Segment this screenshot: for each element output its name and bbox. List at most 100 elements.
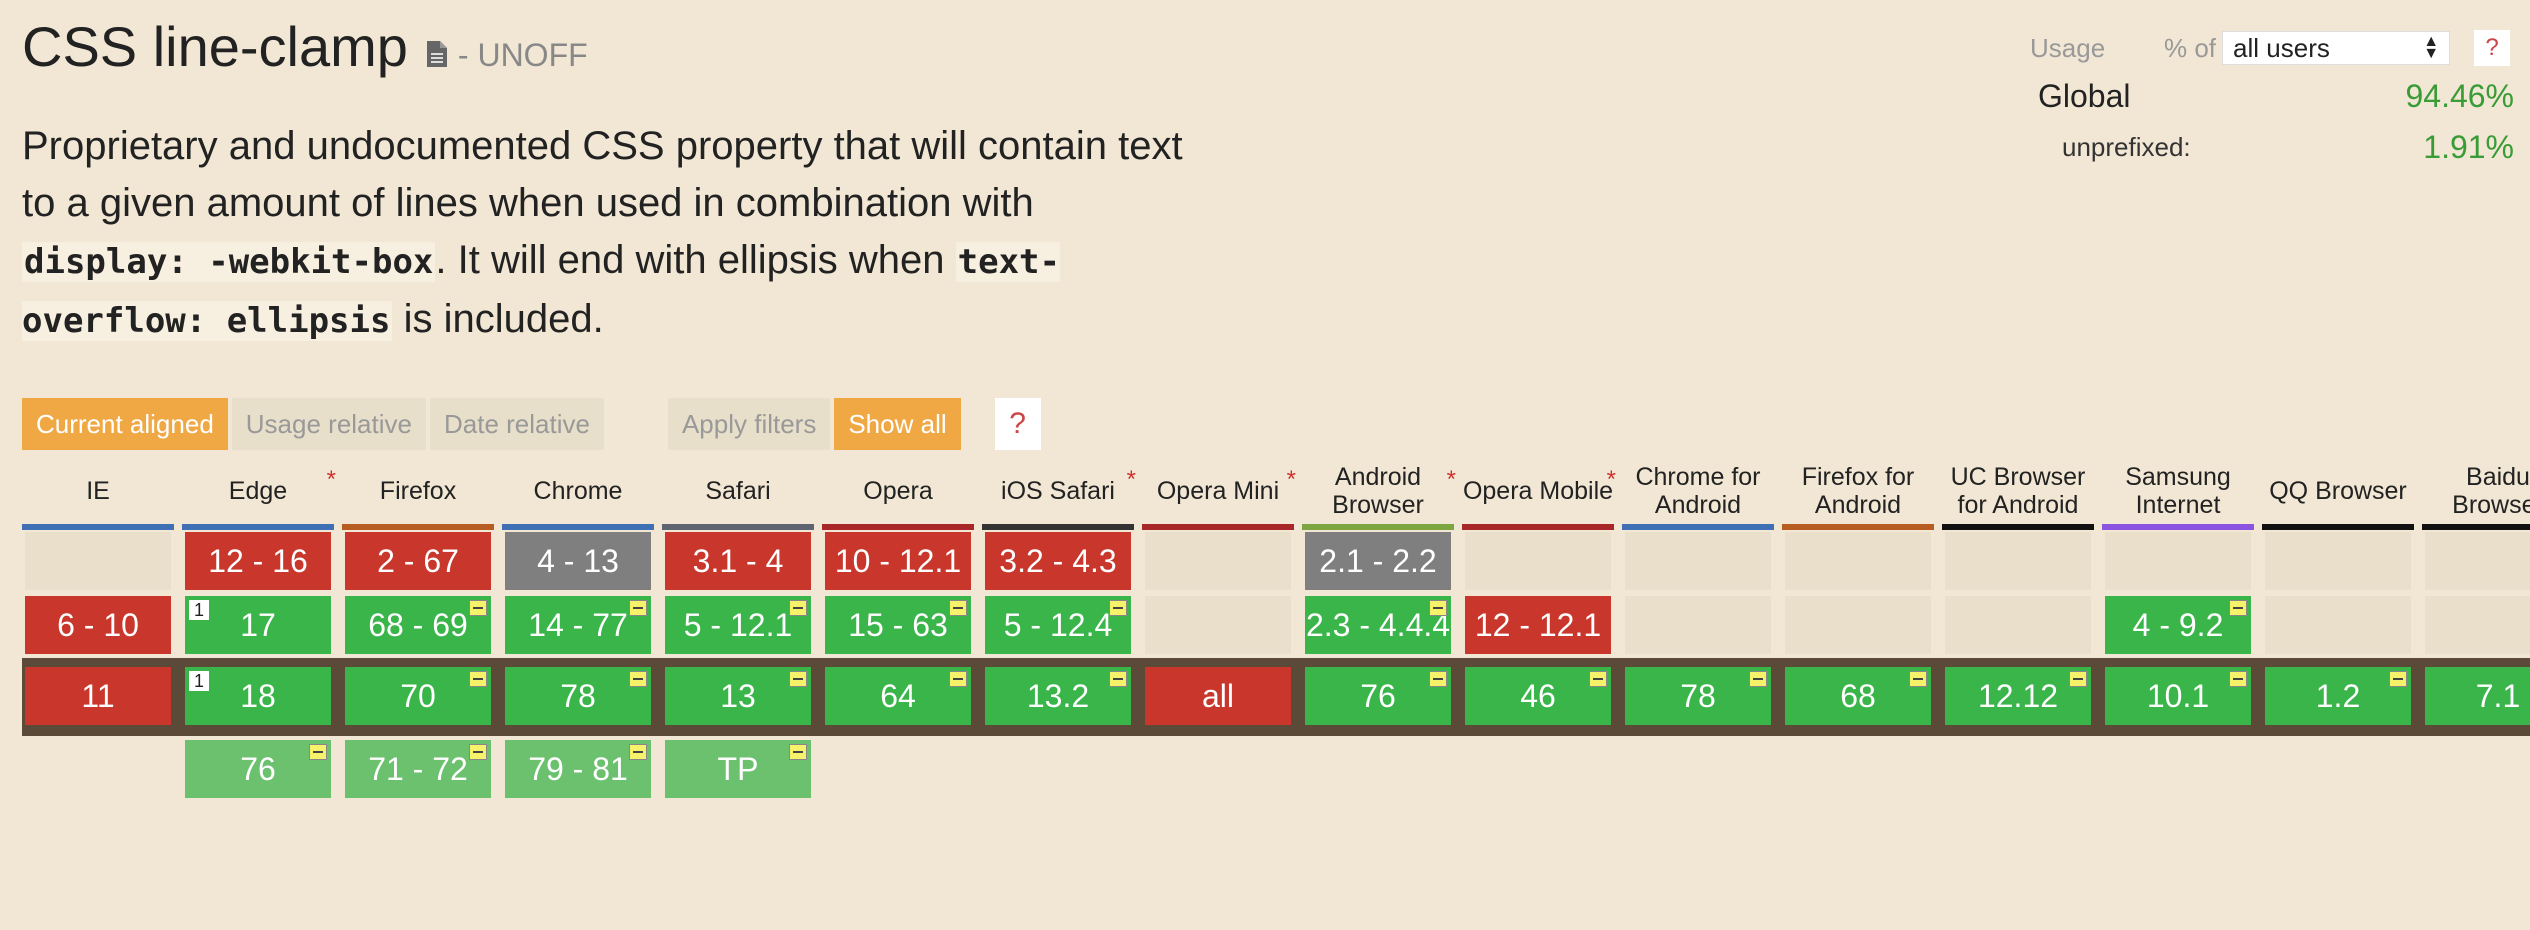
prefix-flag-icon	[2069, 671, 2087, 687]
version-cell[interactable]: 68	[1785, 667, 1931, 725]
version-cell[interactable]: 13	[665, 667, 811, 725]
browser-header[interactable]: Samsung Internet	[2102, 460, 2254, 522]
browser-name: Safari	[705, 477, 771, 505]
browser-header[interactable]: Chrome for Android	[1622, 460, 1774, 522]
version-cell[interactable]: 11	[25, 667, 171, 725]
document-icon[interactable]	[426, 40, 448, 68]
browser-column-chrome-for-android: Chrome for Android 78	[1622, 460, 1774, 725]
version-cell[interactable]: 64	[825, 667, 971, 725]
version-cell[interactable]: 12 - 12.1	[1465, 596, 1611, 654]
version-cell[interactable]: 70	[345, 667, 491, 725]
prefix-flag-icon	[949, 600, 967, 616]
prefix-flag-icon	[789, 600, 807, 616]
browser-color-bar	[822, 524, 974, 530]
prefix-flag-icon	[629, 600, 647, 616]
version-cell[interactable]: TP	[665, 740, 811, 798]
version-cell[interactable]: 18 1	[185, 667, 331, 725]
notes-asterisk-icon: *	[1446, 466, 1456, 493]
browser-header[interactable]: Firefox for Android	[1782, 460, 1934, 522]
desc-text-1: Proprietary and undocumented CSS propert…	[22, 124, 1183, 225]
browser-header[interactable]: UC Browser for Android	[1942, 460, 2094, 522]
browser-column-ie: IE 6 - 10 11	[22, 460, 174, 725]
version-cell[interactable]: 5 - 12.4	[985, 596, 1131, 654]
version-cell[interactable]: 12.12	[1945, 667, 2091, 725]
browser-header[interactable]: Chrome	[502, 460, 654, 522]
version-cell[interactable]: 78	[1625, 667, 1771, 725]
version-label: all	[1201, 677, 1234, 714]
empty-cell	[25, 532, 171, 590]
version-cell[interactable]: 4 - 9.2	[2105, 596, 2251, 654]
version-cell[interactable]: 71 - 72	[345, 740, 491, 798]
version-cell[interactable]: 2.1 - 2.2	[1305, 532, 1451, 590]
version-cell[interactable]: 3.1 - 4	[665, 532, 811, 590]
browser-color-bar	[662, 524, 814, 530]
browser-name: Samsung Internet	[2125, 463, 2231, 519]
users-select[interactable]: all users ▲ ▼	[2222, 31, 2451, 65]
version-cell[interactable]: 10 - 12.1	[825, 532, 971, 590]
version-cell[interactable]: 2.3 - 4.4.4	[1305, 596, 1451, 654]
version-cell[interactable]: 12 - 16	[185, 532, 331, 590]
browser-column-firefox-for-android: Firefox for Android 68	[1782, 460, 1934, 725]
browser-name: Chrome	[533, 477, 623, 505]
version-cell[interactable]: 1.2	[2265, 667, 2411, 725]
browser-column-ios-safari: iOS Safari * 3.2 - 4.3 5 - 12.4 13.2	[982, 460, 1136, 725]
browser-header[interactable]: Edge *	[182, 460, 336, 522]
version-cell[interactable]: 7.1	[2425, 667, 2530, 725]
version-cell[interactable]: 14 - 77	[505, 596, 651, 654]
prefix-flag-icon	[1909, 671, 1927, 687]
browser-header[interactable]: Firefox	[342, 460, 494, 522]
help-button[interactable]: ?	[994, 398, 1041, 450]
version-label: 46	[1520, 677, 1556, 714]
version-label: 5 - 12.1	[683, 606, 793, 643]
browser-header[interactable]: QQ Browser	[2262, 460, 2414, 522]
date-relative-button[interactable]: Date relative	[429, 398, 604, 450]
browser-header[interactable]: Safari	[662, 460, 814, 522]
version-cell[interactable]: 6 - 10	[25, 596, 171, 654]
apply-filters-button[interactable]: Apply filters	[667, 398, 831, 450]
browser-color-bar	[1302, 524, 1454, 530]
browser-name: UC Browser for Android	[1950, 463, 2086, 519]
version-cell[interactable]: 76	[185, 740, 331, 798]
show-all-button[interactable]: Show all	[834, 398, 961, 450]
version-cell[interactable]: 15 - 63	[825, 596, 971, 654]
browser-color-bar	[342, 524, 494, 530]
browser-column-opera-mini: Opera Mini * all	[1142, 460, 1296, 725]
browser-column-edge: Edge * 12 - 16 17 1 18 1 76	[182, 460, 336, 798]
browser-header[interactable]: Opera Mobile *	[1462, 460, 1616, 522]
spec-status[interactable]: - UNOFF	[458, 37, 588, 74]
browser-name: Opera Mobile	[1462, 477, 1614, 505]
browser-header[interactable]: iOS Safari *	[982, 460, 1136, 522]
version-cell[interactable]: 10.1	[2105, 667, 2251, 725]
version-label: 12 - 12.1	[1474, 606, 1602, 643]
current-aligned-button[interactable]: Current aligned	[22, 398, 228, 450]
version-cell[interactable]: 2 - 67	[345, 532, 491, 590]
notes-asterisk-icon: *	[1286, 466, 1296, 493]
version-cell[interactable]: 68 - 69	[345, 596, 491, 654]
version-cell[interactable]: all	[1145, 667, 1291, 725]
browser-header[interactable]: IE	[22, 460, 174, 522]
version-cell[interactable]: 13.2	[985, 667, 1131, 725]
users-select-value: all users	[2233, 32, 2330, 63]
browser-column-uc-browser-for-android: UC Browser for Android 12.12	[1942, 460, 2094, 725]
version-cell[interactable]: 3.2 - 4.3	[985, 532, 1131, 590]
version-cell[interactable]: 17 1	[185, 596, 331, 654]
version-cell[interactable]: 46	[1465, 667, 1611, 725]
version-label: 64	[880, 677, 916, 714]
version-cell[interactable]: 5 - 12.1	[665, 596, 811, 654]
notes-asterisk-icon: *	[326, 466, 336, 493]
version-cell[interactable]: 76	[1305, 667, 1451, 725]
desc-text-3: is included.	[392, 297, 604, 341]
version-cell[interactable]: 4 - 13	[505, 532, 651, 590]
feature-description: Proprietary and undocumented CSS propert…	[22, 118, 1202, 350]
empty-cell	[1945, 596, 2091, 654]
version-cell[interactable]: 78	[505, 667, 651, 725]
version-cell[interactable]: 79 - 81	[505, 740, 651, 798]
browser-header[interactable]: Android Browser *	[1302, 460, 1456, 522]
usage-help-button[interactable]: ?	[2474, 30, 2511, 66]
prefix-flag-icon	[1429, 600, 1447, 616]
browser-header[interactable]: Baidu Browser	[2422, 460, 2530, 522]
version-label: 70	[400, 677, 436, 714]
browser-header[interactable]: Opera Mini *	[1142, 460, 1296, 522]
browser-header[interactable]: Opera	[822, 460, 974, 522]
usage-relative-button[interactable]: Usage relative	[231, 398, 426, 450]
